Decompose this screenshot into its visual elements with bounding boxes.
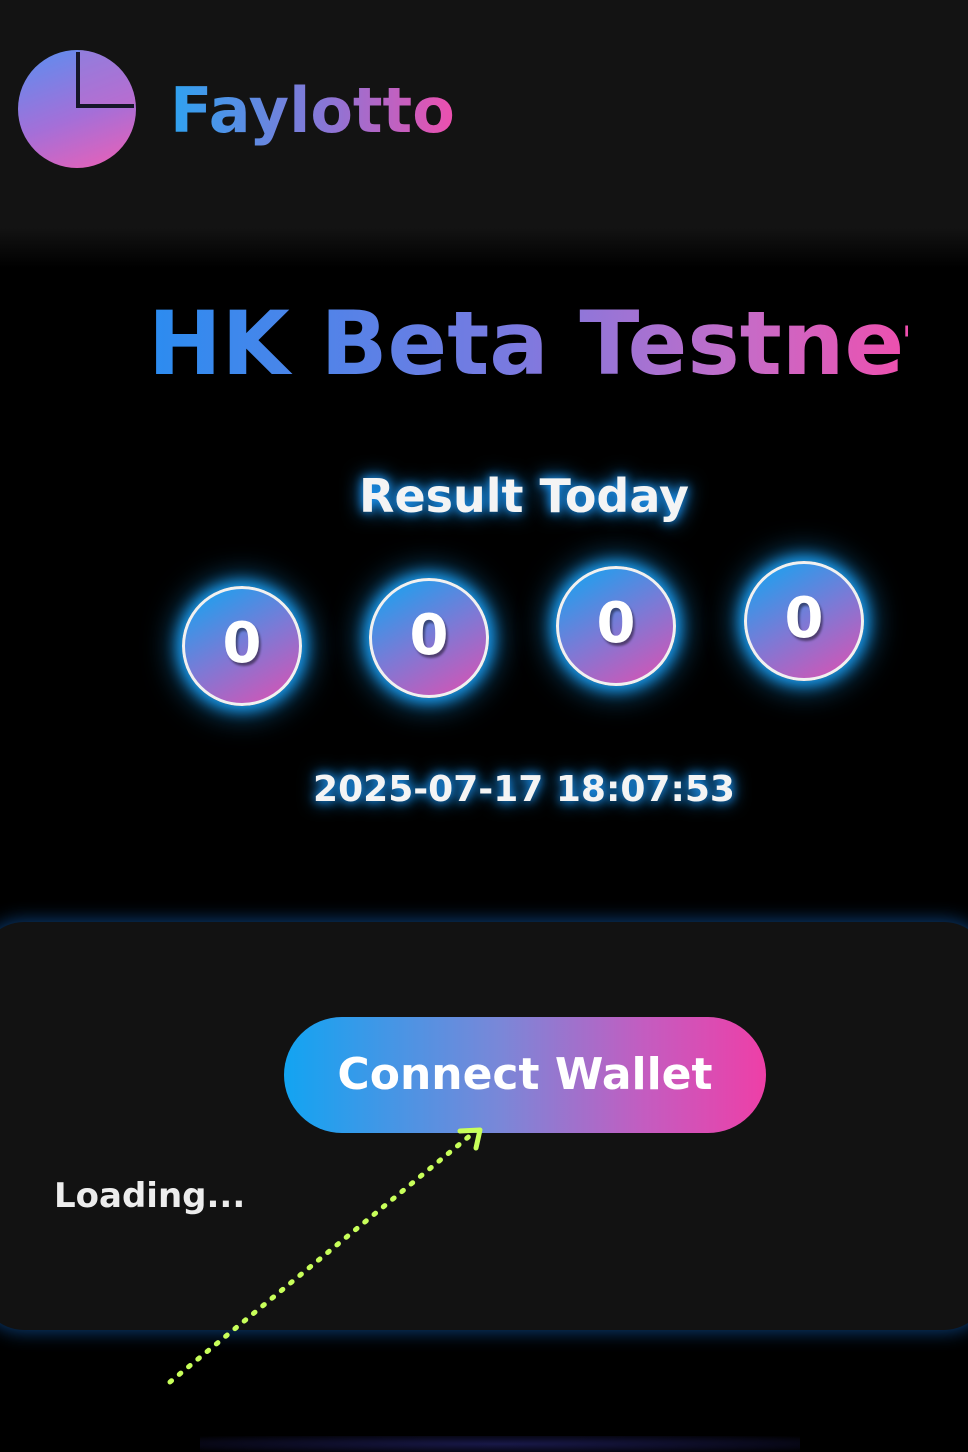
page: Faylotto HK Beta Testnet Result Today 0 …: [0, 0, 968, 1452]
result-number-ball-1: 0: [182, 586, 302, 706]
page-title: HK Beta Testnet: [148, 292, 947, 395]
result-timestamp: 2025-07-17 18:07:53: [313, 769, 735, 810]
bottom-glow: [200, 1436, 800, 1452]
header-divider: [0, 228, 968, 268]
connect-wallet-button[interactable]: Connect Wallet: [284, 1017, 766, 1133]
result-today-label: Result Today: [359, 469, 689, 523]
pie-chart-logo-icon: [18, 50, 136, 168]
brand-name: Faylotto: [170, 74, 455, 147]
result-number-ball-2: 0: [369, 578, 489, 698]
loading-status: Loading...: [54, 1176, 246, 1216]
result-number-ball-3: 0: [556, 566, 676, 686]
app-header: Faylotto: [0, 0, 968, 228]
result-number-ball-4: 0: [744, 561, 864, 681]
